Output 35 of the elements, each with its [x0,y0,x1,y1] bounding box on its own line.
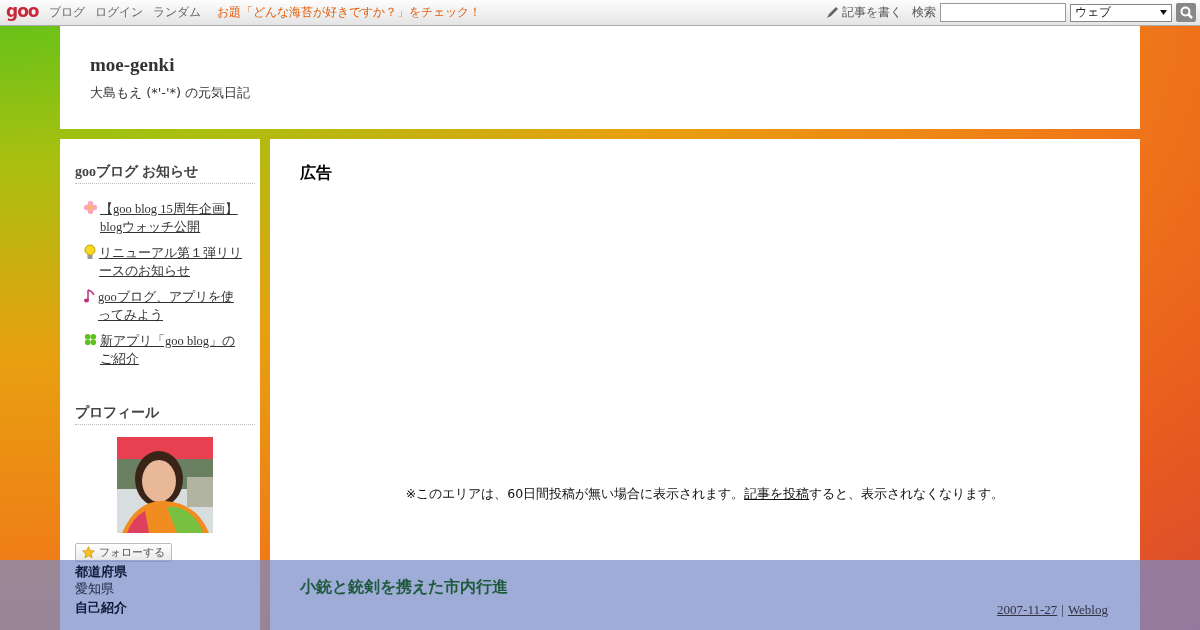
pen-icon [826,6,839,19]
music-note-icon [83,288,96,304]
clover-icon [83,332,98,347]
logo[interactable]: goo [6,1,39,21]
blog-title[interactable]: moe-genki [90,54,175,76]
blog-subtitle: 大島もえ (*'-'*) の元気日記 [90,84,251,102]
search-field[interactable] [940,3,1066,22]
write-post-link[interactable]: 記事を書く [826,4,902,21]
search-button[interactable] [1176,3,1196,22]
nav-link[interactable]: ランダム [152,4,201,21]
notice-text: ※このエリアは、60日間投稿が無い場合に表示されます。記事を投稿すると、表示されなくなります。 [404,486,1006,503]
field-value: 愛知県 [75,580,114,598]
star-icon [82,546,95,559]
search-label: 検索 [912,4,936,21]
section-title: gooブログ お知らせ [75,163,255,184]
news-link[interactable]: 新アプリ「goo blog」のご紹介 [100,332,248,368]
date-link[interactable]: 2007-11-27 [997,602,1058,618]
lightbulb-icon [83,244,97,260]
flower-icon [83,200,98,215]
nav-link[interactable]: ブログ [48,4,85,21]
search-scope-dropdown[interactable]: ウェブ [1070,3,1172,22]
caret-icon [1160,10,1167,15]
section-title: プロフィール [75,404,255,425]
news-link[interactable]: リニューアル第１弾リリースのお知らせ [99,244,247,280]
news-link[interactable]: gooブログ、アプリを使ってみよう [98,288,246,324]
post-title: 小銃と銃剣を携えた市内行進 [300,577,508,598]
section-title: 広告 [300,163,332,184]
category-link[interactable]: Weblog [1067,602,1108,618]
field-label: 自己紹介 [75,600,127,616]
nav-link[interactable]: ログイン [94,4,143,21]
field-label: 都道府県 [75,564,127,580]
post-link[interactable]: 記事を投稿 [744,486,810,501]
news-link[interactable]: 【goo blog 15周年企画】blogウォッチ公開 [100,200,248,236]
separator: | [1061,602,1064,618]
search-icon [1179,6,1193,19]
